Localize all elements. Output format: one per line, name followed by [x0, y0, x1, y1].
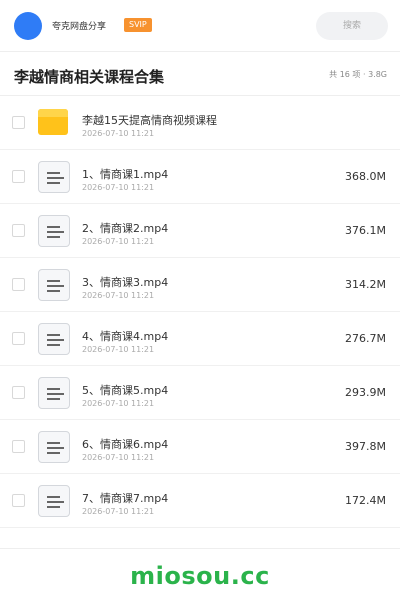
watermark: miosou.cc	[130, 562, 270, 590]
footer-divider	[0, 548, 400, 549]
svip-badge: SVIP	[124, 18, 152, 32]
item-checkbox[interactable]	[12, 278, 25, 291]
file-icon	[38, 485, 70, 517]
item-size: 172.4M	[345, 494, 386, 507]
list-item-folder[interactable]: 李越15天提高情商视频课程 2026-07-10 11:21	[0, 96, 400, 150]
item-checkbox[interactable]	[12, 224, 25, 237]
item-checkbox[interactable]	[12, 116, 25, 129]
item-date: 2026-07-10 11:21	[82, 507, 155, 516]
item-date: 2026-07-10 11:21	[82, 183, 155, 192]
folder-icon	[38, 107, 70, 139]
file-icon	[38, 161, 70, 193]
list-item[interactable]: 3、情商课3.mp4 2026-07-10 11:21 314.2M	[0, 258, 400, 312]
item-size: 397.8M	[345, 440, 386, 453]
app-name: 夸克网盘分享	[52, 22, 107, 32]
item-checkbox[interactable]	[12, 494, 25, 507]
item-size: 368.0M	[345, 170, 386, 183]
item-checkbox[interactable]	[12, 386, 25, 399]
item-summary: 共 16 项 · 3.8G	[329, 70, 387, 79]
item-date: 2026-07-10 11:21	[82, 237, 155, 246]
file-icon	[38, 215, 70, 247]
item-name: 7、情商课7.mp4	[82, 492, 169, 505]
item-name: 1、情商课1.mp4	[82, 168, 169, 181]
list-item[interactable]: 6、情商课6.mp4 2026-07-10 11:21 397.8M	[0, 420, 400, 474]
item-name: 2、情商课2.mp4	[82, 222, 169, 235]
list-item[interactable]: 5、情商课5.mp4 2026-07-10 11:21 293.9M	[0, 366, 400, 420]
title-row: 李越情商相关课程合集 共 16 项 · 3.8G	[0, 52, 400, 96]
search-input[interactable]: 搜索	[316, 12, 388, 40]
item-checkbox[interactable]	[12, 332, 25, 345]
top-header: 夸克网盘分享 SVIP 搜索	[0, 0, 400, 52]
item-date: 2026-07-10 11:21	[82, 345, 155, 354]
item-name: 6、情商课6.mp4	[82, 438, 169, 451]
file-icon	[38, 377, 70, 409]
avatar[interactable]	[14, 12, 42, 40]
file-icon	[38, 323, 70, 355]
list-item[interactable]: 2、情商课2.mp4 2026-07-10 11:21 376.1M	[0, 204, 400, 258]
item-checkbox[interactable]	[12, 170, 25, 183]
item-name: 李越15天提高情商视频课程	[82, 114, 217, 127]
item-date: 2026-07-10 11:21	[82, 129, 155, 138]
item-name: 3、情商课3.mp4	[82, 276, 169, 289]
item-size: 293.9M	[345, 386, 386, 399]
list-item[interactable]: 7、情商课7.mp4 2026-07-10 11:21 172.4M	[0, 474, 400, 528]
file-icon	[38, 269, 70, 301]
item-name: 4、情商课4.mp4	[82, 330, 169, 343]
item-date: 2026-07-10 11:21	[82, 291, 155, 300]
list-item[interactable]: 1、情商课1.mp4 2026-07-10 11:21 368.0M	[0, 150, 400, 204]
item-date: 2026-07-10 11:21	[82, 399, 155, 408]
item-size: 376.1M	[345, 224, 386, 237]
item-size: 276.7M	[345, 332, 386, 345]
list-item[interactable]: 4、情商课4.mp4 2026-07-10 11:21 276.7M	[0, 312, 400, 366]
item-checkbox[interactable]	[12, 440, 25, 453]
item-size: 314.2M	[345, 278, 386, 291]
file-list: 李越15天提高情商视频课程 2026-07-10 11:21 1、情商课1.mp…	[0, 96, 400, 528]
item-date: 2026-07-10 11:21	[82, 453, 155, 462]
file-icon	[38, 431, 70, 463]
page-title: 李越情商相关课程合集	[14, 68, 165, 86]
item-name: 5、情商课5.mp4	[82, 384, 169, 397]
